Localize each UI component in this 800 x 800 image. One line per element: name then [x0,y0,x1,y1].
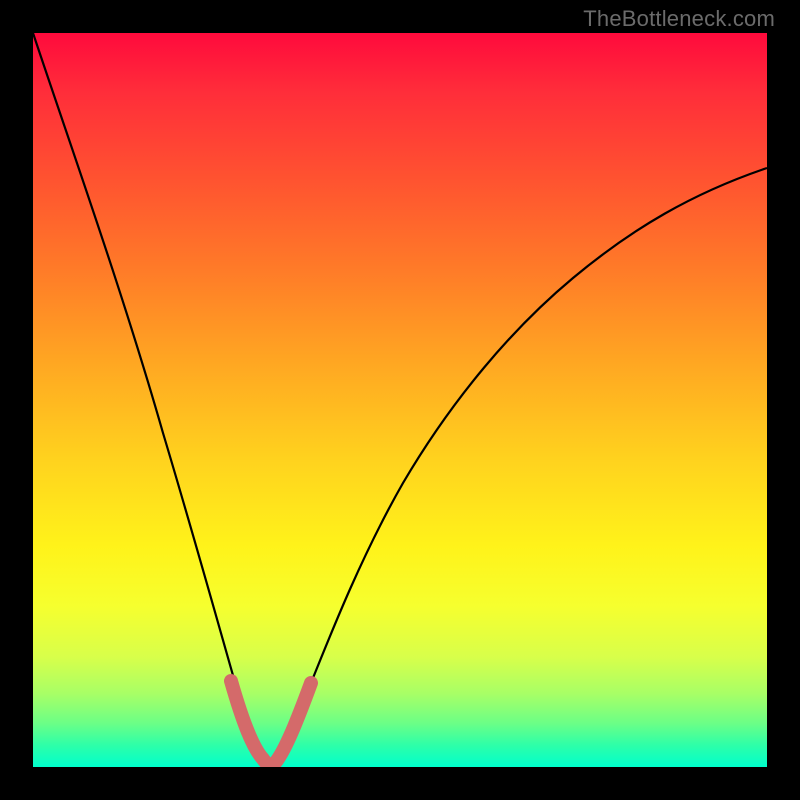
chart-frame: TheBottleneck.com [0,0,800,800]
bottleneck-curve [33,33,767,765]
watermark-text: TheBottleneck.com [583,6,775,32]
curve-layer [33,33,767,767]
trough-highlight [231,681,311,765]
plot-area [33,33,767,767]
